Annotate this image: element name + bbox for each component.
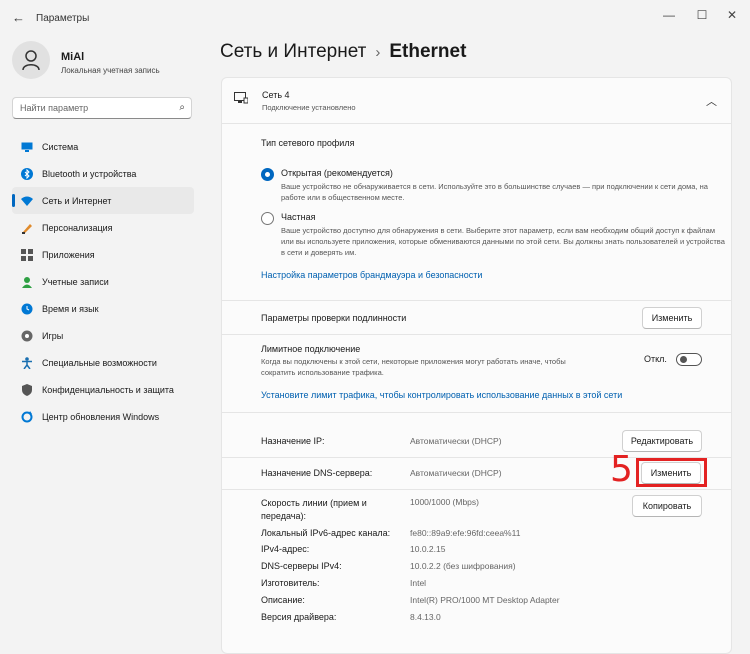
profile-section: Тип сетевого профиля Открытая (рекоменду…	[222, 124, 731, 301]
ipv4-value: 10.0.2.15	[410, 544, 446, 554]
sidebar-item-label: Время и язык	[42, 303, 99, 314]
account-type: Локальная учетная запись	[61, 66, 160, 75]
dns-servers-label: DNS-серверы IPv4:	[261, 561, 342, 571]
title-bar: ← Параметры — ☐ ✕	[0, 0, 750, 36]
sidebar-item-label: Персонализация	[42, 222, 113, 233]
metered-label: Лимитное подключение	[261, 344, 361, 354]
connection-name: Сеть 4	[262, 90, 290, 100]
sidebar-item-gaming[interactable]: Игры	[12, 322, 194, 349]
sidebar-item-label: Система	[42, 141, 79, 152]
globe-clock-icon	[20, 302, 34, 316]
private-label[interactable]: Частная	[281, 212, 315, 222]
maximize-icon[interactable]: ☐	[692, 8, 712, 22]
sidebar-item-label: Центр обновления Windows	[42, 411, 160, 422]
manufacturer-label: Изготовитель:	[261, 578, 320, 588]
auth-section: Параметры проверки подлинности Изменить	[222, 301, 731, 335]
dns-value: Автоматически (DHCP)	[410, 468, 502, 478]
private-desc: Ваше устройство доступно для обнаружения…	[281, 226, 725, 257]
account-icon	[20, 275, 34, 289]
description-label: Описание:	[261, 595, 305, 605]
divider	[222, 489, 731, 490]
ipv6-value: fe80::89a9:efe:96fd:ceea%11	[410, 528, 521, 538]
sidebar-item-bluetooth[interactable]: Bluetooth и устройства	[12, 160, 194, 187]
ethernet-icon	[234, 92, 249, 107]
sidebar-item-accessibility[interactable]: Специальные возможности	[12, 349, 194, 376]
data-limit-link[interactable]: Установите лимит трафика, чтобы контроли…	[261, 390, 622, 400]
minimize-icon[interactable]: —	[659, 8, 679, 22]
breadcrumb-section[interactable]: Сеть и Интернет	[220, 41, 366, 62]
sidebar-item-network[interactable]: Сеть и Интернет	[12, 187, 194, 214]
sidebar-item-label: Bluetooth и устройства	[42, 168, 137, 179]
sidebar-item-privacy[interactable]: Конфиденциальность и защита	[12, 376, 194, 403]
ethernet-card: Сеть 4 Подключение установлено ︿ Тип сет…	[221, 77, 732, 654]
gamepad-icon	[20, 329, 34, 343]
update-icon	[20, 410, 34, 424]
connection-header[interactable]: Сеть 4 Подключение установлено ︿	[222, 78, 731, 124]
page-title: Ethernet	[389, 41, 467, 62]
user-name: MiAl	[61, 51, 85, 63]
ip-value: Автоматически (DHCP)	[410, 436, 502, 446]
public-desc: Ваше устройство не обнаруживается в сети…	[281, 182, 708, 202]
back-arrow-icon[interactable]: ←	[12, 10, 25, 25]
sidebar-item-system[interactable]: Система	[12, 133, 194, 160]
sidebar-item-time-language[interactable]: Время и язык	[12, 295, 194, 322]
description-value: Intel(R) PRO/1000 MT Desktop Adapter	[410, 595, 560, 605]
sidebar-item-windows-update[interactable]: Центр обновления Windows	[12, 403, 194, 430]
shield-icon	[20, 383, 34, 397]
search-input[interactable]: Найти параметр ⌕	[12, 97, 192, 119]
accessibility-icon	[20, 356, 34, 370]
chevron-up-icon[interactable]: ︿	[706, 93, 717, 109]
sidebar-nav: Система Bluetooth и устройства Сеть и Ин…	[12, 133, 194, 430]
network-icon	[20, 194, 34, 208]
auth-label: Параметры проверки подлинности	[261, 313, 407, 323]
profile-title: Тип сетевого профиля	[261, 138, 355, 148]
apps-icon	[20, 248, 34, 262]
sidebar-item-label: Сеть и Интернет	[42, 195, 112, 206]
metered-desc: Когда вы подключены к этой сети, некотор…	[261, 357, 566, 377]
sidebar-item-label: Учетные записи	[42, 276, 109, 287]
search-icon[interactable]: ⌕	[179, 102, 185, 113]
sidebar-item-personalization[interactable]: Персонализация	[12, 214, 194, 241]
sidebar-item-label: Конфиденциальность и защита	[42, 384, 174, 395]
dns-label: Назначение DNS-сервера:	[261, 468, 373, 478]
user-icon	[22, 50, 40, 71]
sidebar-item-accounts[interactable]: Учетные записи	[12, 268, 194, 295]
close-icon[interactable]: ✕	[722, 8, 742, 22]
sidebar-item-label: Специальные возможности	[42, 357, 157, 368]
bluetooth-icon	[20, 167, 34, 181]
public-label[interactable]: Открытая (рекомендуется)	[281, 168, 393, 178]
dns-servers-value: 10.0.2.2 (без шифрования)	[410, 561, 516, 571]
metered-section: Лимитное подключение Когда вы подключены…	[222, 335, 731, 413]
metered-state: Откл.	[644, 354, 667, 364]
brush-icon	[20, 221, 34, 235]
annotation-step-number: 5	[610, 449, 633, 490]
breadcrumb: Сеть и Интернет › Ethernet	[220, 41, 466, 63]
connection-status: Подключение установлено	[262, 103, 356, 112]
speed-label: Скорость линии (прием и передача):	[261, 498, 367, 521]
public-radio[interactable]	[261, 168, 274, 181]
ip-label: Назначение IP:	[261, 436, 325, 446]
speed-value: 1000/1000 (Mbps)	[410, 497, 479, 507]
sidebar-item-apps[interactable]: Приложения	[12, 241, 194, 268]
sidebar-item-label: Игры	[42, 330, 64, 341]
avatar	[12, 41, 50, 79]
properties-section: Назначение IP: Автоматически (DHCP) Реда…	[222, 413, 731, 653]
ipv4-label: IPv4-адрес:	[261, 544, 310, 554]
ipv6-label: Локальный IPv6-адрес канала:	[261, 528, 391, 538]
window-title: Параметры	[36, 13, 90, 24]
firewall-link[interactable]: Настройка параметров брандмауэра и безоп…	[261, 270, 482, 280]
manufacturer-value: Intel	[410, 578, 427, 588]
private-radio[interactable]	[261, 212, 274, 225]
copy-button[interactable]: Копировать	[632, 495, 702, 517]
auth-edit-button[interactable]: Изменить	[642, 307, 702, 329]
annotation-highlight-box	[636, 458, 707, 487]
chevron-right-icon: ›	[375, 44, 381, 61]
search-placeholder: Найти параметр	[20, 103, 89, 113]
monitor-icon	[20, 140, 34, 154]
sidebar-item-label: Приложения	[42, 249, 95, 260]
ip-edit-button[interactable]: Редактировать	[622, 430, 702, 452]
metered-toggle[interactable]	[676, 353, 702, 366]
